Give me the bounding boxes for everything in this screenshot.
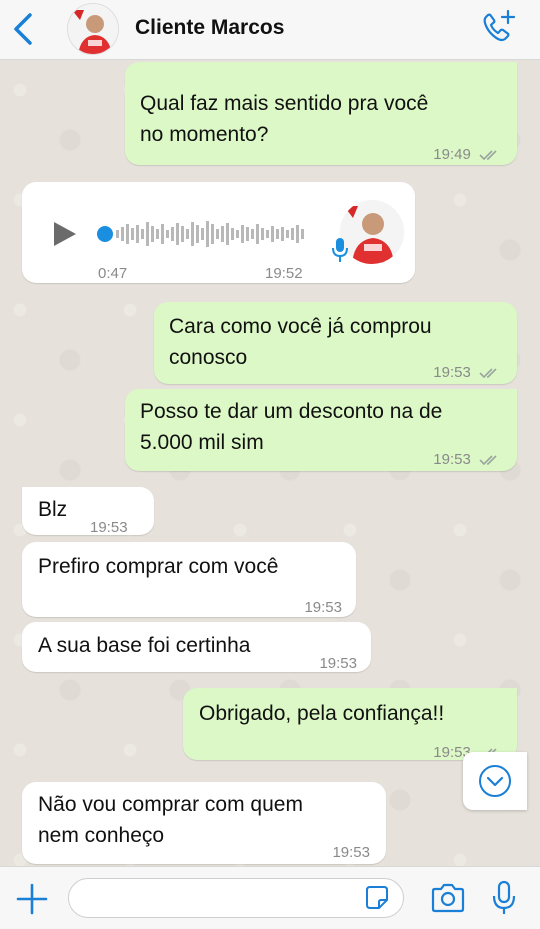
message-text: Qual faz mais sentido pra você no moment…: [140, 88, 428, 150]
message-bubble-incoming[interactable]: A sua base foi certinha 19:53: [22, 622, 371, 672]
avatar-picture: [68, 4, 118, 54]
message-text: A sua base foi certinha: [38, 634, 251, 657]
message-bubble-incoming[interactable]: Não vou comprar com quem nem conheço 19:…: [22, 782, 386, 864]
chat-area[interactable]: Qual faz mais sentido pra você no moment…: [0, 60, 540, 866]
scroll-to-bottom-button[interactable]: [463, 752, 527, 810]
play-icon[interactable]: [52, 220, 78, 248]
message-meta: 19:53: [433, 357, 501, 388]
message-line: Não vou comprar com quem: [38, 793, 303, 816]
message-time: 19:53: [332, 844, 370, 861]
audio-sender-avatar: [340, 200, 404, 264]
plus-icon[interactable]: [14, 881, 50, 917]
avatar-picture: [340, 200, 404, 264]
message-time: 19:53: [433, 451, 471, 468]
message-input[interactable]: [68, 878, 404, 918]
message-line: Qual faz mais sentido pra você: [140, 92, 429, 115]
message-line: Cara como você já comprou: [169, 315, 432, 338]
message-bubble-outgoing[interactable]: Cara como você já comprou conosco 19:53: [154, 302, 517, 384]
audio-waveform[interactable]: [96, 218, 316, 250]
phone-plus-icon[interactable]: [478, 8, 518, 48]
message-text: Não vou comprar com quem nem conheço: [38, 789, 303, 851]
message-line: nem conheço: [38, 824, 165, 847]
message-text: Prefiro comprar com você: [38, 555, 279, 578]
message-bubble-incoming[interactable]: Prefiro comprar com você 19:53: [22, 542, 356, 617]
chat-header: Cliente Marcos: [0, 0, 540, 60]
message-time: 19:52: [265, 265, 303, 282]
chevron-down-circle-icon: [479, 765, 511, 797]
message-bubble-incoming[interactable]: Blz 19:53: [22, 487, 154, 536]
message-meta: 19:49: [433, 139, 501, 170]
message-bubble-outgoing[interactable]: Obrigado, pela confiança!! 19:53: [183, 688, 517, 761]
double-check-icon: [479, 368, 497, 379]
microphone-icon[interactable]: [490, 880, 518, 916]
contact-name[interactable]: Cliente Marcos: [135, 16, 284, 40]
message-text: Blz: [38, 498, 68, 521]
double-check-icon: [479, 455, 497, 466]
sticker-icon[interactable]: [363, 884, 391, 912]
message-bubble-outgoing[interactable]: Posso te dar um desconto na de 5.000 mil…: [125, 389, 517, 471]
message-meta: 19:53: [433, 444, 501, 475]
audio-duration: 0:47: [98, 265, 128, 282]
message-line: Posso te dar um desconto na de: [140, 400, 443, 423]
message-time: 19:53: [304, 599, 342, 616]
message-bubble-outgoing[interactable]: Qual faz mais sentido pra você no moment…: [125, 62, 517, 165]
message-text: Cara como você já comprou conosco: [169, 311, 432, 373]
message-line: no momento?: [140, 123, 269, 146]
composer-bar: [0, 866, 540, 929]
message-time: 19:49: [433, 146, 471, 163]
camera-icon[interactable]: [430, 883, 466, 913]
message-line: conosco: [169, 346, 248, 369]
message-text: Obrigado, pela confiança!!: [199, 702, 445, 725]
message-time: 19:53: [319, 655, 357, 672]
microphone-icon: [332, 238, 348, 262]
chevron-left-icon[interactable]: [8, 10, 38, 48]
message-text: Posso te dar um desconto na de 5.000 mil…: [140, 396, 442, 458]
double-check-icon: [479, 150, 497, 161]
message-time: 19:53: [433, 364, 471, 381]
contact-avatar[interactable]: [67, 3, 119, 55]
message-line: 5.000 mil sim: [140, 431, 264, 454]
message-time: 19:53: [90, 519, 128, 536]
